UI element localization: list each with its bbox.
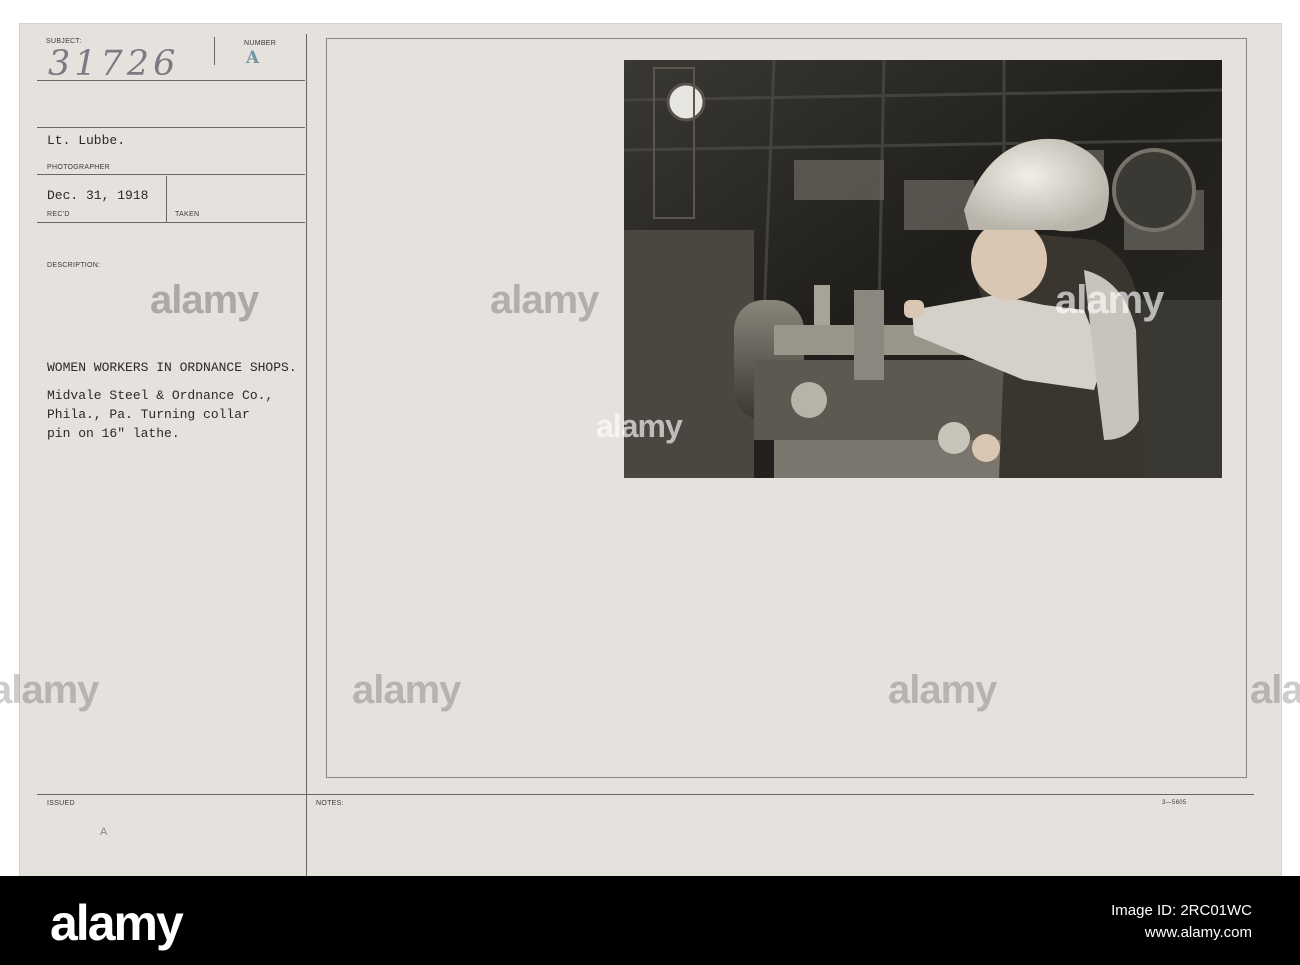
photographer-label: PHOTOGRAPHER: [47, 164, 110, 171]
issued-mark: A: [100, 826, 108, 838]
top-rule: [37, 127, 305, 128]
watermark: alamy: [1250, 668, 1300, 712]
photographer-name: Lt. Lubbe.: [47, 133, 126, 148]
taken-label: TAKEN: [175, 211, 200, 218]
description-title: WOMEN WORKERS IN ORDNANCE SHOPS.: [47, 360, 297, 375]
subject-rule: [37, 80, 305, 81]
received-date: Dec. 31, 1918: [47, 188, 149, 203]
column-divider: [306, 34, 307, 876]
recd-label: REC'D: [47, 211, 70, 218]
alamy-logo: alamy: [50, 895, 184, 951]
subject-number: 31726: [48, 44, 180, 84]
footer-bar: alamy Image ID: 2RC01WC www.alamy.com: [0, 876, 1300, 965]
photo-illustration: [624, 60, 1222, 478]
watermark: alamy: [150, 278, 259, 322]
image-id: Image ID: 2RC01WC: [1111, 902, 1252, 919]
site-url: www.alamy.com: [1144, 924, 1252, 941]
number-value: A: [246, 48, 260, 68]
watermark: alamy: [596, 408, 683, 444]
photographer-rule: [37, 174, 305, 175]
subject-divider: [214, 37, 215, 65]
description-body: Midvale Steel & Ordnance Co., Phila., Pa…: [47, 388, 274, 441]
watermark: alamy: [0, 668, 99, 712]
bottom-rule: [37, 794, 1254, 795]
number-label: NUMBER: [244, 40, 277, 47]
date-rule: [37, 222, 305, 223]
description-label: DESCRIPTION:: [47, 262, 101, 269]
form-number: 3—5605: [1162, 800, 1187, 806]
image-id-block: Image ID: 2RC01WC www.alamy.com: [1111, 900, 1252, 944]
notes-label: NOTES:: [316, 800, 344, 807]
date-divider: [166, 176, 167, 222]
factory-photograph: [624, 60, 1222, 478]
issued-label: ISSUED: [47, 800, 75, 807]
watermark: alamy: [888, 668, 997, 712]
watermark: alamy: [1055, 278, 1164, 322]
watermark: alamy: [490, 278, 599, 322]
watermark: alamy: [352, 668, 461, 712]
